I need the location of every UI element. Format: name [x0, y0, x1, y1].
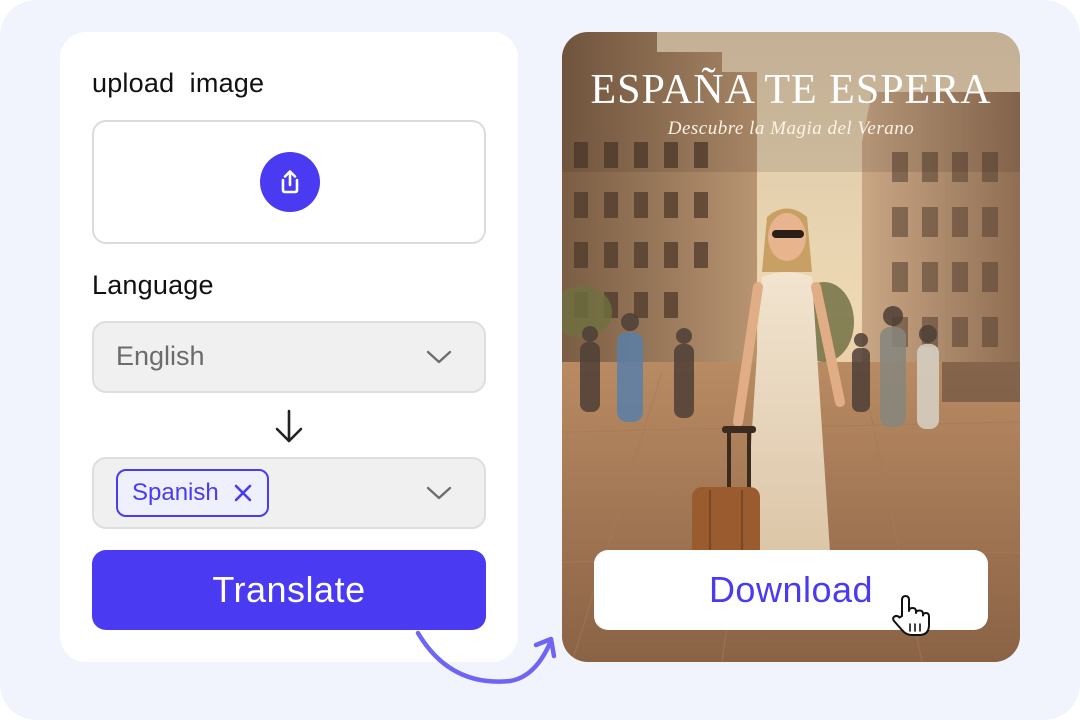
chevron-down-icon: [426, 350, 452, 364]
upload-icon: [281, 170, 299, 194]
language-chip-label: Spanish: [132, 479, 219, 506]
source-language-value: English: [116, 341, 205, 371]
translate-panel: upload image Language English Spanish Tr…: [60, 32, 518, 662]
poster-title: ESPAÑA TE ESPERA: [590, 67, 992, 113]
translated-poster: ESPAÑA TE ESPERA Descubre la Magia del V…: [562, 32, 1020, 662]
app-canvas: upload image Language English Spanish Tr…: [0, 0, 1080, 720]
curved-arrow-icon: [415, 630, 557, 684]
poster-subtitle: Descubre la Magia del Verano: [667, 118, 915, 139]
language-label: Language: [92, 270, 214, 300]
translate-button[interactable]: Translate: [92, 550, 486, 630]
target-language-select[interactable]: Spanish: [92, 457, 486, 529]
upload-label: upload image: [92, 68, 265, 98]
upload-dropzone[interactable]: [92, 120, 486, 244]
language-chip: Spanish: [116, 469, 269, 517]
hand-cursor-icon: [892, 595, 930, 636]
upload-button[interactable]: [260, 152, 320, 212]
close-icon[interactable]: [233, 483, 253, 503]
arrow-down-icon: [275, 409, 303, 443]
chevron-down-icon: [426, 486, 452, 500]
source-language-select[interactable]: English: [92, 321, 486, 393]
